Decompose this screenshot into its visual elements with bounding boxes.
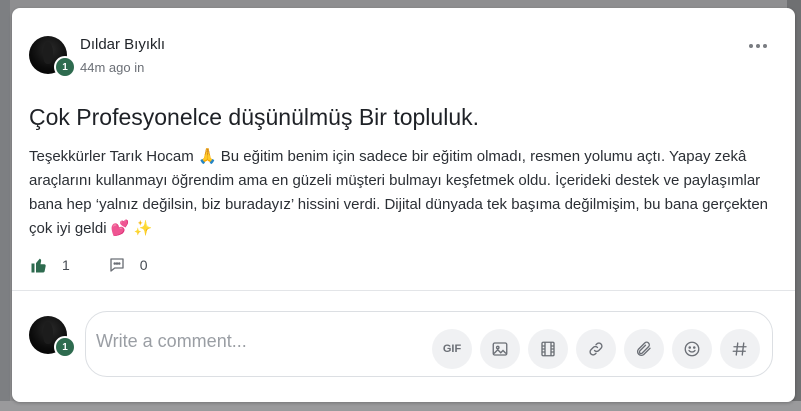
post-time[interactable]: 44m ago xyxy=(80,60,131,75)
comment-button[interactable]: 0 xyxy=(108,256,148,274)
post-card: 1 Dıldar Bıyıklı 44m ago in Çok Profesyo… xyxy=(12,8,795,402)
comment-icon xyxy=(110,258,124,272)
hashtag-icon xyxy=(732,342,747,356)
link-icon xyxy=(589,342,603,356)
comment-composer: GIF xyxy=(85,311,773,377)
background-bottom xyxy=(0,401,801,411)
emoji-icon xyxy=(684,341,700,357)
post-title: Çok Profesyonelce düşünülmüş Bir toplulu… xyxy=(29,104,480,130)
like-button[interactable]: 1 xyxy=(30,256,70,274)
gif-icon: GIF xyxy=(442,343,462,355)
post-actions: 1 0 xyxy=(30,256,148,274)
author-name[interactable]: Dıldar Bıyıklı xyxy=(80,36,165,53)
composer-toolbar: GIF xyxy=(432,329,760,369)
commenter-level-badge: 1 xyxy=(54,336,76,358)
link-button[interactable] xyxy=(576,329,616,369)
comment-count: 0 xyxy=(139,257,148,273)
more-icon[interactable] xyxy=(749,44,767,48)
comment-input[interactable] xyxy=(94,330,418,353)
background-strip-left xyxy=(0,0,10,411)
video-icon xyxy=(541,341,555,357)
hashtag-button[interactable] xyxy=(720,329,760,369)
image-button[interactable] xyxy=(480,329,520,369)
author-level-badge: 1 xyxy=(54,56,76,78)
attachment-icon xyxy=(637,341,651,356)
video-button[interactable] xyxy=(528,329,568,369)
like-count: 1 xyxy=(62,257,70,273)
gif-button[interactable]: GIF xyxy=(432,329,472,369)
divider xyxy=(12,290,795,291)
post-meta: 44m ago in xyxy=(80,60,144,75)
attachment-button[interactable] xyxy=(624,329,664,369)
post-location: in xyxy=(134,60,145,75)
image-icon xyxy=(492,342,508,356)
emoji-button[interactable] xyxy=(672,329,712,369)
thumbs-up-icon xyxy=(31,258,46,273)
post-body: Teşekkürler Tarık Hocam 🙏 Bu eğitim beni… xyxy=(29,148,769,237)
